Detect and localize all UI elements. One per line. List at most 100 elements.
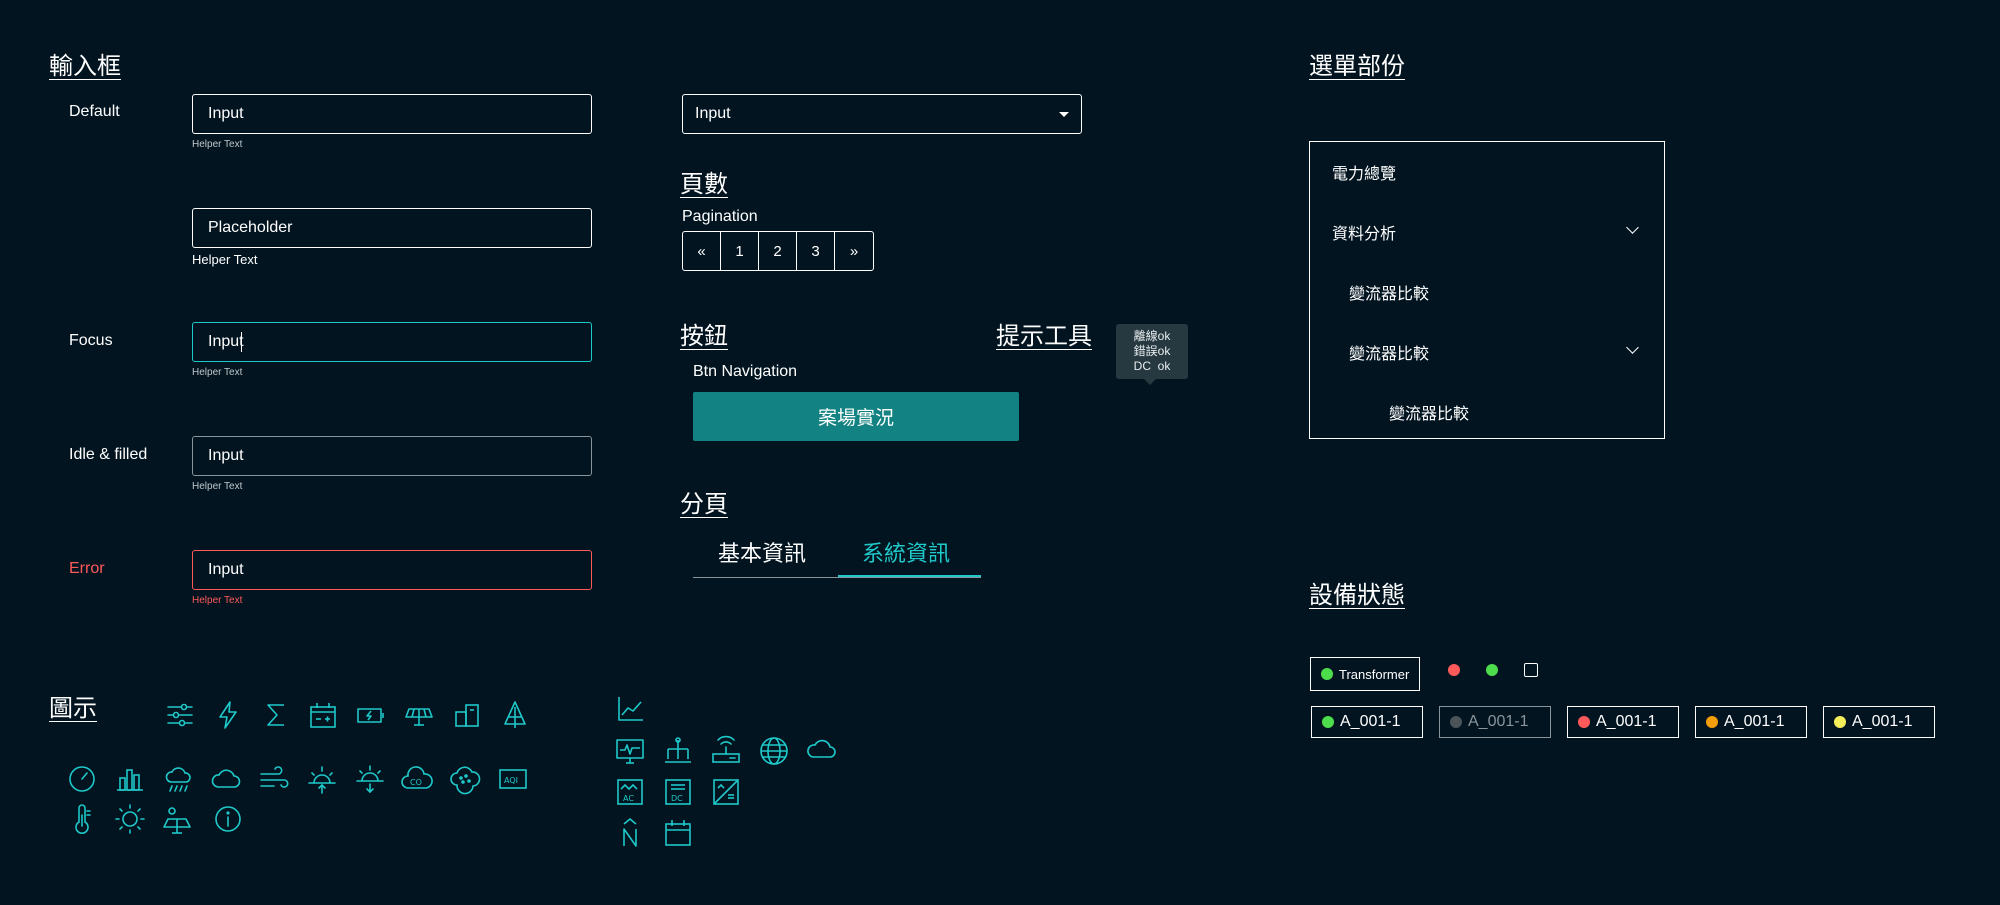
error-input[interactable] — [192, 550, 592, 590]
solar-sun-icon — [162, 803, 194, 835]
focus-input[interactable] — [192, 322, 592, 362]
device-chip-label: A_001-1 — [1724, 713, 1785, 730]
pagination-next[interactable]: » — [835, 232, 873, 270]
error-helper-text: Helper Text — [192, 595, 243, 606]
transformer-label: Transformer — [1339, 666, 1410, 682]
idle-label: Idle & filled — [69, 446, 148, 463]
svg-text:CO: CO — [410, 778, 422, 787]
tooltip-line-offline: 離線ok — [1133, 329, 1171, 343]
menu-item-power-overview[interactable]: 電力總覽 — [1332, 160, 1396, 184]
idle-filled-input[interactable] — [192, 436, 592, 476]
wind-icon — [258, 763, 290, 795]
status-dot-icon — [1321, 668, 1333, 680]
menu-item-inverter-compare-expand[interactable]: 變流器比較 — [1349, 340, 1429, 364]
device-chip-label: A_001-1 — [1596, 713, 1657, 730]
default-input[interactable] — [192, 94, 592, 134]
pagination-label: Pagination — [682, 208, 758, 225]
chevron-down-icon[interactable] — [1626, 221, 1639, 234]
device-chip-label: A_001-1 — [1852, 713, 1913, 730]
sliders-icon — [164, 699, 196, 731]
pagination-page-1[interactable]: 1 — [721, 232, 759, 270]
chevron-down-icon[interactable] — [1626, 341, 1639, 354]
default-helper-text: Helper Text — [192, 139, 243, 150]
status-dot-red-icon — [1448, 664, 1460, 676]
svg-text:AQI: AQI — [504, 776, 518, 785]
status-dot-icon — [1578, 716, 1590, 728]
site-status-button[interactable]: 案場實況 — [693, 392, 1019, 441]
ac-box-icon: AC — [614, 776, 646, 808]
menu-item-data-analysis[interactable]: 資料分析 — [1332, 220, 1396, 244]
sunset-icon — [354, 763, 386, 795]
cloud-rain-icon — [162, 763, 194, 795]
select-dropdown[interactable]: Input — [682, 94, 1082, 134]
status-dot-icon — [1322, 716, 1334, 728]
status-dot-icon — [1706, 716, 1718, 728]
focus-helper-text: Helper Text — [192, 367, 243, 378]
sigma-icon — [260, 699, 292, 731]
device-chip-warning[interactable]: A_001-1 — [1695, 706, 1807, 738]
tooltip-line-dc: DC ok — [1133, 359, 1171, 373]
device-chip-notice[interactable]: A_001-1 — [1823, 706, 1935, 738]
device-chip-online[interactable]: A_001-1 — [1311, 706, 1423, 738]
thermometer-icon — [66, 803, 98, 835]
section-title-button: 按鈕 — [680, 322, 728, 350]
section-title-icons: 圖示 — [49, 694, 97, 722]
monitor-pulse-icon — [614, 735, 646, 767]
svg-text:AC: AC — [623, 794, 634, 803]
dust-cloud-icon — [449, 763, 481, 795]
pagination-prev[interactable]: « — [683, 232, 721, 270]
gauge-icon — [66, 763, 98, 795]
menu-item-inverter-compare[interactable]: 變流器比較 — [1349, 280, 1429, 304]
sun-icon — [114, 803, 146, 835]
aqi-icon: AQI — [497, 763, 529, 795]
device-chip-label: A_001-1 — [1468, 713, 1529, 730]
status-dot-icon — [1834, 716, 1846, 728]
tab-system-info[interactable]: 系統資訊 — [862, 536, 950, 568]
status-dot-icon — [1450, 716, 1462, 728]
building-icon — [451, 699, 483, 731]
focus-label: Focus — [69, 332, 113, 349]
bar-chart-icon — [114, 763, 146, 795]
text-cursor — [241, 332, 242, 352]
globe-icon — [758, 735, 790, 767]
btn-navigation-label: Btn Navigation — [693, 363, 798, 380]
transformer-chip[interactable]: Transformer — [1310, 657, 1421, 691]
solar-panel-icon — [403, 699, 435, 731]
device-chip-label: A_001-1 — [1340, 713, 1401, 730]
pagination: « 1 2 3 » — [682, 231, 874, 271]
idle-helper-text: Helper Text — [192, 481, 243, 492]
battery-charging-icon — [355, 699, 387, 731]
placeholder-input[interactable] — [192, 208, 592, 248]
dc-box-icon: DC — [662, 776, 694, 808]
battery-calendar-icon — [307, 699, 339, 731]
hierarchy-icon — [662, 735, 694, 767]
status-dot-green-icon — [1486, 664, 1498, 676]
cloud-outline-icon — [806, 735, 838, 767]
cloud-icon — [210, 763, 242, 795]
error-label: Error — [69, 560, 105, 577]
checkbox-icon[interactable] — [1524, 663, 1538, 677]
section-title-tabs: 分頁 — [680, 490, 728, 518]
tab-basic-info[interactable]: 基本資訊 — [718, 536, 806, 568]
info-icon — [212, 803, 244, 835]
device-chip-disabled: A_001-1 — [1439, 706, 1551, 738]
section-title-tooltip: 提示工具 — [996, 322, 1092, 350]
section-title-pages: 頁數 — [680, 170, 728, 198]
sunrise-icon — [306, 763, 338, 795]
section-title-input: 輸入框 — [49, 52, 121, 80]
pagination-page-3[interactable]: 3 — [797, 232, 835, 270]
north-compass-icon — [614, 817, 646, 849]
lightning-icon — [212, 699, 244, 731]
tab-active-indicator — [838, 575, 981, 577]
svg-text:DC: DC — [671, 794, 683, 803]
wind-tree-icon — [499, 699, 531, 731]
device-chip-error[interactable]: A_001-1 — [1567, 706, 1679, 738]
inverter-icon — [710, 776, 742, 808]
line-chart-icon — [614, 693, 646, 725]
side-menu: 電力總覽 資料分析 變流器比較 變流器比較 變流器比較 — [1309, 141, 1665, 439]
default-label: Default — [69, 103, 120, 120]
pagination-page-2[interactable]: 2 — [759, 232, 797, 270]
menu-item-inverter-compare-sub[interactable]: 變流器比較 — [1389, 400, 1469, 424]
section-title-menu: 選單部份 — [1309, 52, 1405, 80]
caret-down-icon — [1059, 111, 1069, 117]
